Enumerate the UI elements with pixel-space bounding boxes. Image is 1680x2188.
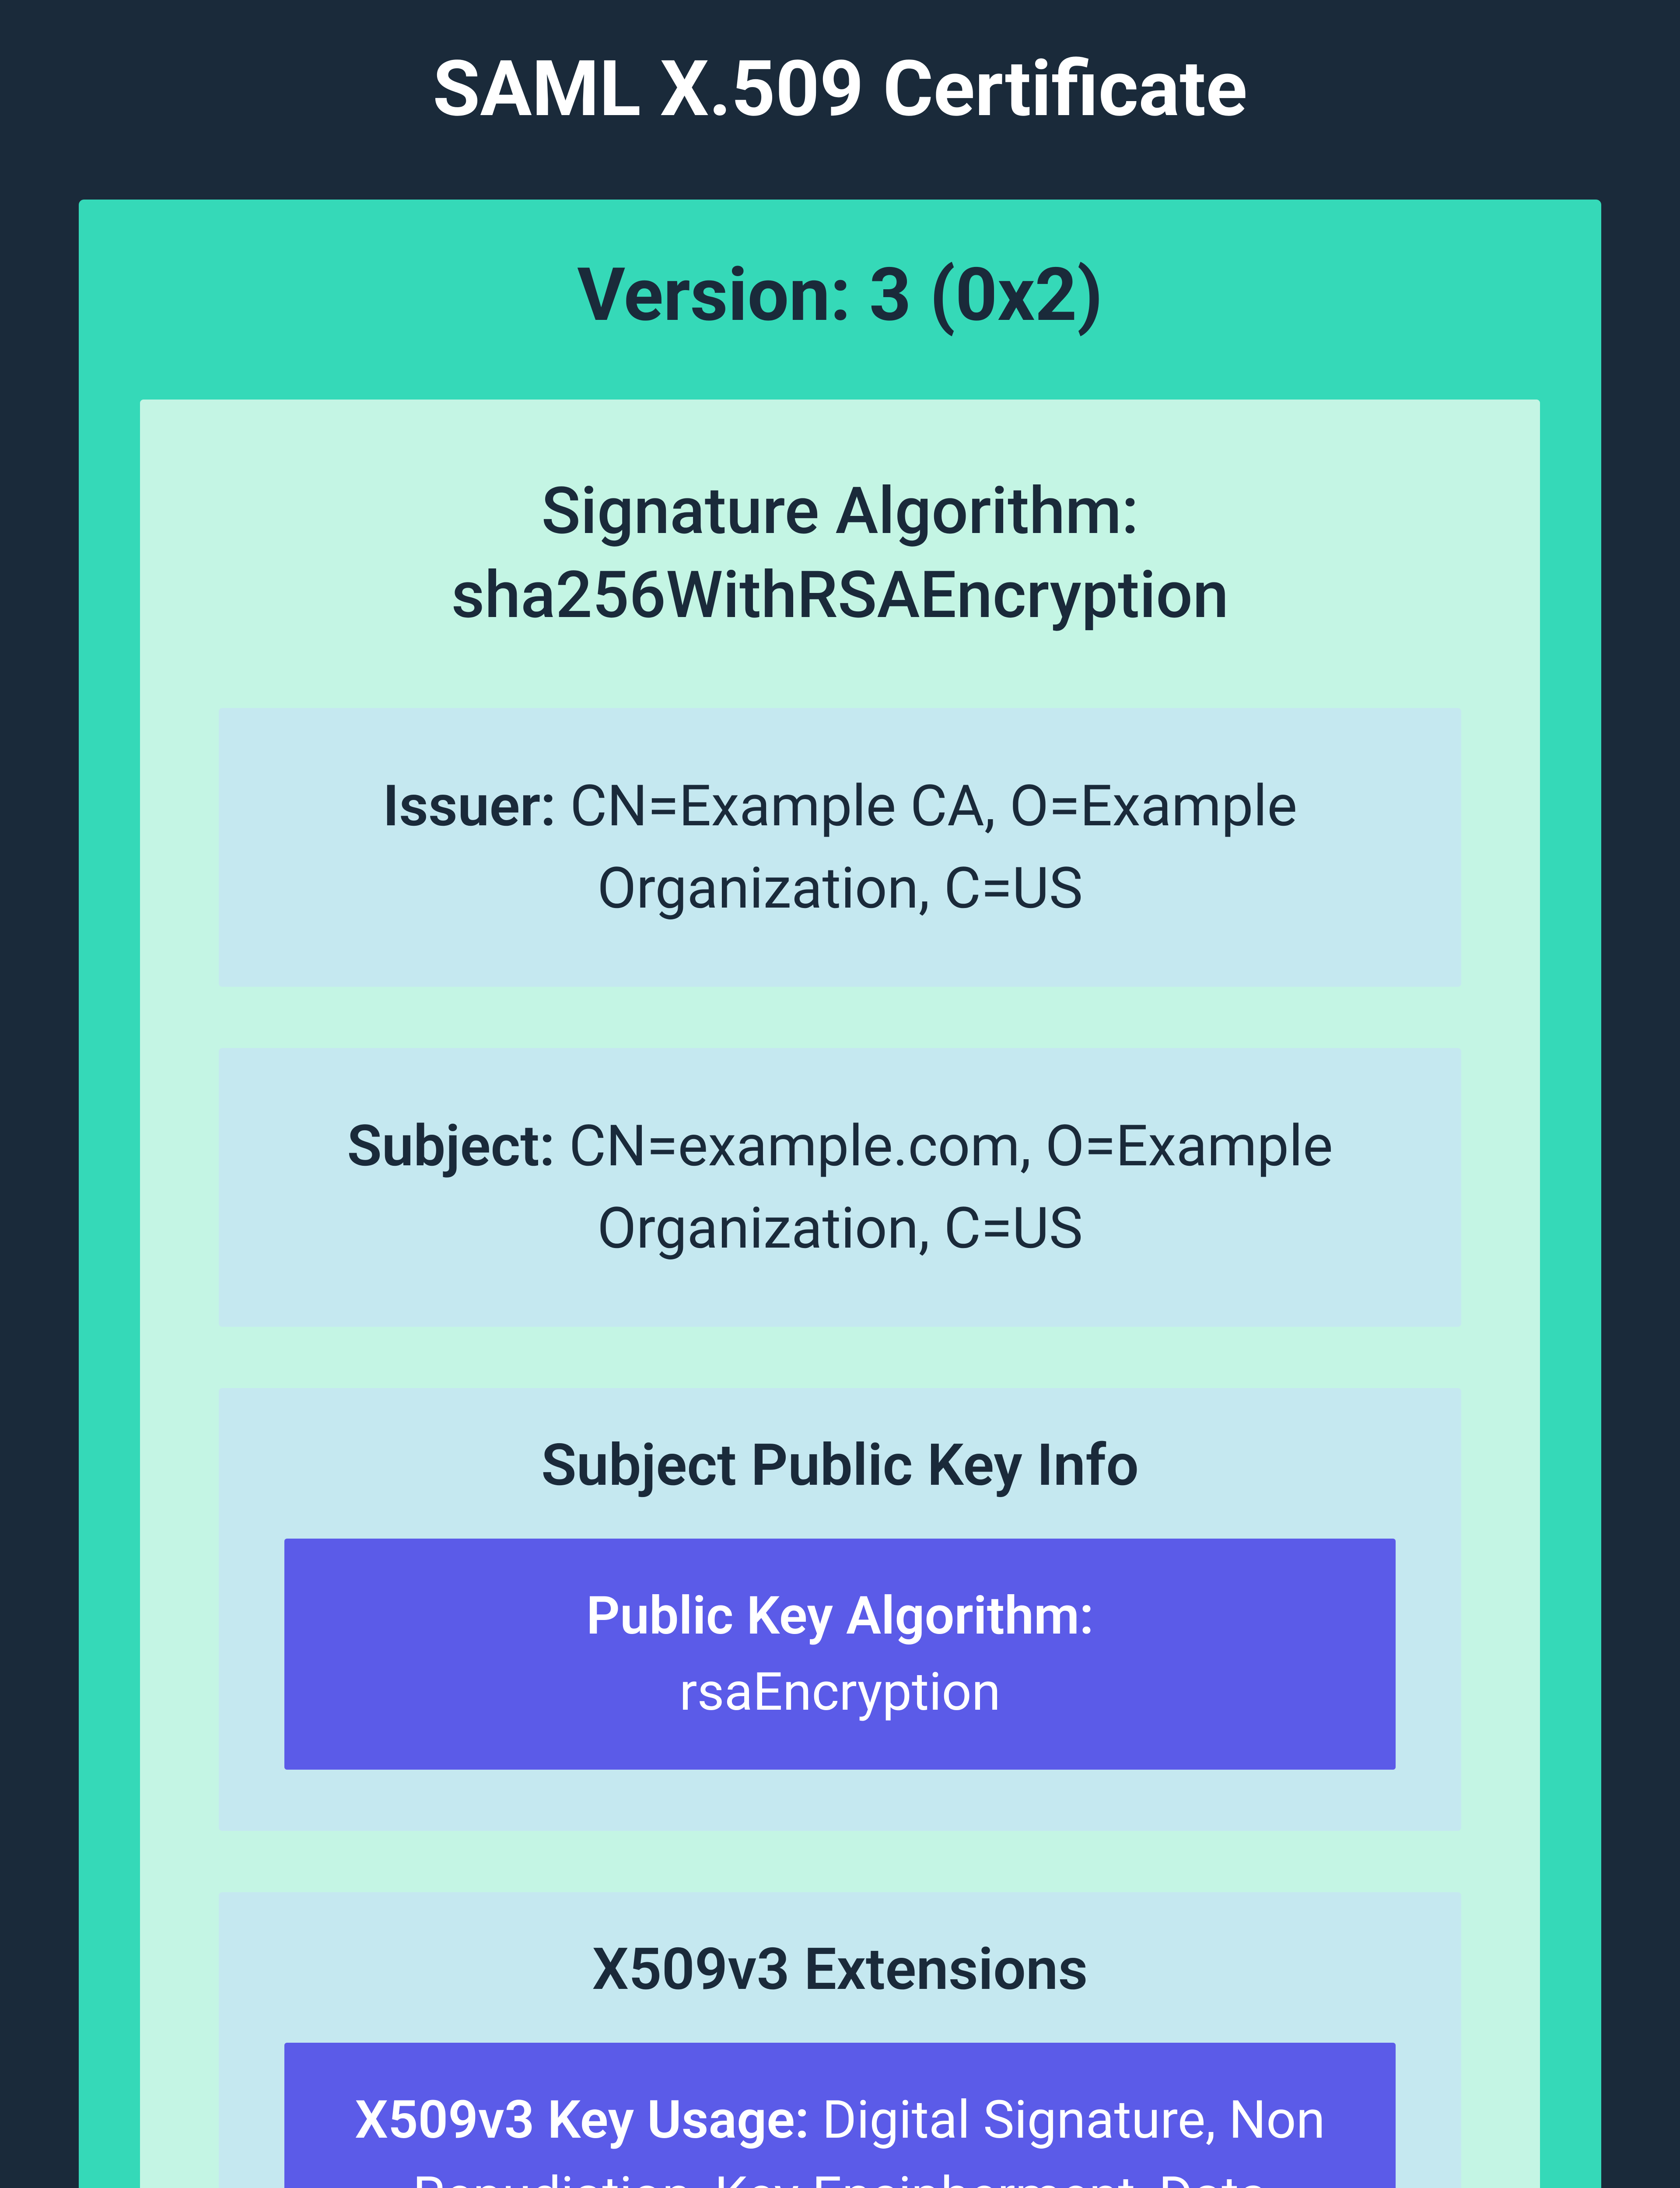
public-key-algorithm-box: Public Key Algorithm: rsaEncryption [284,1539,1396,1770]
public-key-algorithm-text: Public Key Algorithm: rsaEncryption [319,1578,1361,1730]
diagram-title: SAML X.509 Certificate [79,44,1601,134]
signature-algorithm-text: Signature Algorithm: sha256WithRSAEncryp… [219,470,1461,638]
issuer-box: Issuer: CN=Example CA, O=Example Organiz… [219,708,1461,987]
subject-text: Subject: CN=example.com, O=Example Organ… [262,1105,1418,1270]
subject-label: Subject: [347,1112,555,1179]
signature-value: sha256WithRSAEncryption [452,558,1229,633]
issuer-text: Issuer: CN=Example CA, O=Example Organiz… [262,765,1418,930]
extensions-title: X509v3 Extensions [284,1936,1396,2003]
public-key-info-title: Subject Public Key Info [284,1432,1396,1499]
public-key-info-box: Subject Public Key Info Public Key Algor… [219,1388,1461,1831]
version-label: Version: [577,252,851,338]
public-key-algorithm-label: Public Key Algorithm: [586,1585,1094,1647]
signature-label: Signature Algorithm: [541,473,1138,549]
key-usage-label: X509v3 Key Usage: [355,2090,809,2151]
issuer-label: Issuer: [383,772,556,839]
subject-box: Subject: CN=example.com, O=Example Organ… [219,1048,1461,1327]
version-value: 3 (0x2) [869,252,1103,338]
key-usage-text: X509v3 Key Usage: Digital Signature, Non… [319,2082,1361,2188]
subject-value: CN=example.com, O=Example Organization, … [569,1112,1333,1262]
certificate-container: Version: 3 (0x2) Signature Algorithm: sh… [79,200,1601,2188]
issuer-value: CN=Example CA, O=Example Organization, C… [570,772,1297,922]
key-usage-box: X509v3 Key Usage: Digital Signature, Non… [284,2043,1396,2188]
extensions-box: X509v3 Extensions X509v3 Key Usage: Digi… [219,1892,1461,2188]
public-key-algorithm-value: rsaEncryption [679,1662,1001,1723]
signature-algorithm-box: Signature Algorithm: sha256WithRSAEncryp… [140,400,1540,2188]
version-header: Version: 3 (0x2) [140,252,1540,338]
